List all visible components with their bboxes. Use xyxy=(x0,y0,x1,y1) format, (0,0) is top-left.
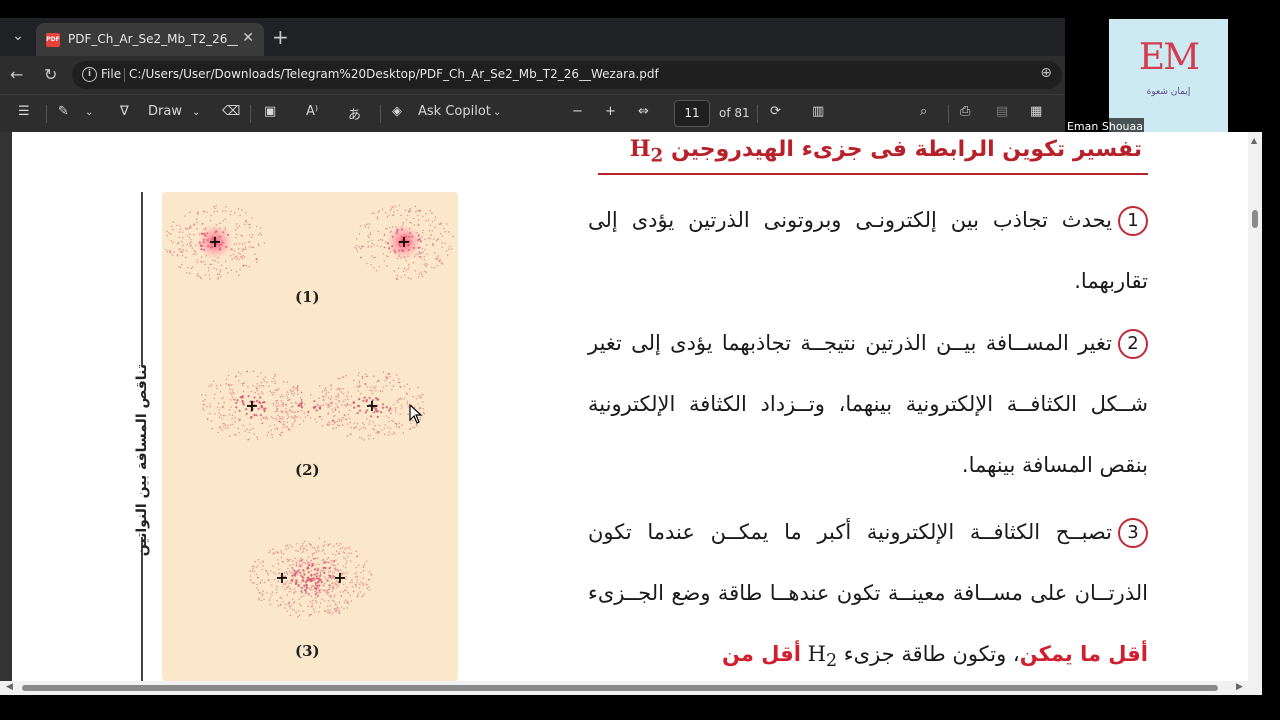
page-number-input[interactable]: 11 xyxy=(674,100,710,127)
zoom-in-icon[interactable]: + xyxy=(605,104,616,119)
nucleus-plus-1b: + xyxy=(397,232,410,251)
heading-text: تفسير تكوين الرابطة فى جزىء الهيدروجين xyxy=(670,137,1142,162)
electron-cloud-diagram: + + + + + + xyxy=(165,204,454,618)
draw-button[interactable]: Draw xyxy=(148,104,182,119)
zoom-out-icon[interactable]: − xyxy=(572,104,583,119)
point-2: 2تغير المســافة بيــن الذرتين نتيجــة تج… xyxy=(588,313,1148,496)
toolbar-divider xyxy=(380,105,381,123)
draw-chevron-icon[interactable]: ⌄ xyxy=(192,107,200,118)
toolbar-divider xyxy=(948,105,949,123)
h2-subscript: 2 xyxy=(825,651,838,672)
point-number-1: 1 xyxy=(1118,206,1148,236)
back-arrow-icon[interactable]: ← xyxy=(10,65,23,84)
highlight-less-than: أقل من xyxy=(722,642,801,666)
fit-width-icon[interactable]: ⇔ xyxy=(638,104,649,119)
tab-pdf-document[interactable]: PDF PDF_Ch_Ar_Se2_Mb_T2_26__Wezara.pdf ✕ xyxy=(36,23,264,56)
copilot-chevron-icon[interactable]: ⌄ xyxy=(493,107,501,118)
stage-label-1: (1) xyxy=(295,288,320,306)
read-aloud-icon[interactable]: A⁾ xyxy=(306,104,318,119)
contents-list-icon[interactable]: ☰ xyxy=(18,104,30,119)
nucleus-plus-3b: + xyxy=(333,568,346,587)
translate-icon[interactable]: あ xyxy=(348,104,361,123)
nucleus-plus-2b: + xyxy=(365,396,378,415)
stage-label-3: (3) xyxy=(295,642,320,660)
text-box-icon[interactable]: ▣ xyxy=(264,104,276,119)
eraser-icon[interactable]: ⌫ xyxy=(222,104,240,119)
toolbar-divider xyxy=(250,105,251,123)
axis-line-top xyxy=(141,192,143,367)
em-logo-subtitle: إيمان شعوة xyxy=(1146,87,1191,97)
new-tab-plus-icon[interactable]: + xyxy=(272,25,289,49)
heading-subscript: 2 xyxy=(650,145,664,167)
vertical-scrollbar[interactable]: ▲ xyxy=(1248,132,1262,681)
tab-title: PDF_Ch_Ar_Se2_Mb_T2_26__Wezara.pdf xyxy=(68,32,238,46)
save-as-icon[interactable]: ▦ xyxy=(1030,104,1042,119)
pdf-toolbar: ☰ ✎ ⌄ ∇ Draw ⌄ ⌫ ▣ A⁾ あ ◈ Ask Copilot ⌄ … xyxy=(0,94,1065,132)
point-text-1: يحدث تجاذب بين إلكترونـى وبروتونى الذرتي… xyxy=(588,208,1148,293)
tab-list-chevron-icon[interactable]: ⌄ xyxy=(6,28,30,48)
nucleus-plus-3a: + xyxy=(275,568,288,587)
page-view-icon[interactable]: ▥ xyxy=(812,104,824,119)
h2-symbol: H xyxy=(807,642,826,666)
url-text[interactable]: C:/Users/User/Downloads/Telegram%20Deskt… xyxy=(129,67,659,81)
scroll-right-arrow-icon[interactable]: ▶ xyxy=(1236,682,1243,692)
axis-label: تناقص المسافة بين النواتين xyxy=(134,364,150,557)
reload-icon[interactable]: ↻ xyxy=(44,65,57,84)
scroll-left-arrow-icon[interactable]: ◀ xyxy=(6,682,13,692)
nucleus-plus-1a: + xyxy=(208,232,221,251)
em-logo: EM xyxy=(1138,37,1200,78)
stage-label-2: (2) xyxy=(295,461,320,479)
info-icon[interactable]: i xyxy=(82,67,97,82)
search-icon[interactable]: ⌕ xyxy=(920,104,927,119)
vertical-scroll-thumb[interactable] xyxy=(1252,210,1258,228)
nucleus-plus-2a: + xyxy=(245,396,258,415)
page-total: of 81 xyxy=(719,106,750,120)
ask-copilot-button[interactable]: Ask Copilot xyxy=(418,104,491,119)
pdf-page: تفسير تكوين الرابطة فى جزىء الهيدروجين H… xyxy=(12,132,1248,681)
horizontal-scroll-thumb[interactable] xyxy=(22,685,1218,691)
heading-underline xyxy=(598,173,1148,175)
mouse-cursor-icon xyxy=(409,404,423,424)
url-divider xyxy=(124,68,125,82)
address-bar: ← ↻ i File C:/Users/User/Downloads/Teleg… xyxy=(0,56,1065,94)
pdf-file-icon: PDF xyxy=(46,33,60,47)
draw-pen-icon[interactable]: ∇ xyxy=(120,104,129,119)
point-1: 1يحدث تجاذب بين إلكترونـى وبروتونى الذرت… xyxy=(588,190,1148,312)
rotate-icon[interactable]: ⟳ xyxy=(770,104,781,119)
section-heading: تفسير تكوين الرابطة فى جزىء الهيدروجين H… xyxy=(630,136,1142,166)
highlight-marker-icon[interactable]: ✎ xyxy=(58,104,69,119)
tab-bar: ⌄ PDF PDF_Ch_Ar_Se2_Mb_T2_26__Wezara.pdf… xyxy=(0,18,1065,56)
scroll-up-arrow-icon[interactable]: ▲ xyxy=(1251,136,1257,145)
tab-close-icon[interactable]: ✕ xyxy=(242,30,254,46)
pdf-viewport[interactable]: تفسير تكوين الرابطة فى جزىء الهيدروجين H… xyxy=(0,132,1262,681)
highlight-min-possible: أقل ما يمكن xyxy=(1019,642,1148,666)
heading-formula: H2 xyxy=(629,136,664,166)
point-text-2: تغير المســافة بيــن الذرتين نتيجــة تجا… xyxy=(588,331,1148,477)
save-icon[interactable]: ▤ xyxy=(996,104,1008,119)
url-scheme-label: File xyxy=(101,67,122,81)
point-text-3b: ، وتكون طاقة جزىء xyxy=(843,642,1020,666)
horizontal-scrollbar[interactable]: ◀ ▶ xyxy=(0,681,1262,695)
toolbar-divider xyxy=(46,105,47,123)
highlight-chevron-icon[interactable]: ⌄ xyxy=(85,107,93,118)
axis-line-bottom xyxy=(141,537,143,681)
copilot-icon[interactable]: ◈ xyxy=(392,104,402,119)
point-3: 3تصبــح الكثافــة الإلكترونية أكبر ما يم… xyxy=(588,502,1148,681)
print-icon[interactable]: ⎙ xyxy=(960,104,970,119)
heading-symbol: H xyxy=(629,136,651,162)
url-field[interactable]: i File C:/Users/User/Downloads/Telegram%… xyxy=(72,61,1062,89)
point-text-3a: تصبــح الكثافــة الإلكترونية أكبر ما يمك… xyxy=(588,520,1148,605)
zoom-magnifier-icon[interactable]: ⊕ xyxy=(1040,65,1052,81)
point-number-2: 2 xyxy=(1118,329,1148,359)
toolbar-divider xyxy=(757,105,758,123)
point-number-3: 3 xyxy=(1118,518,1148,548)
h2-formula: H2 xyxy=(807,642,837,671)
